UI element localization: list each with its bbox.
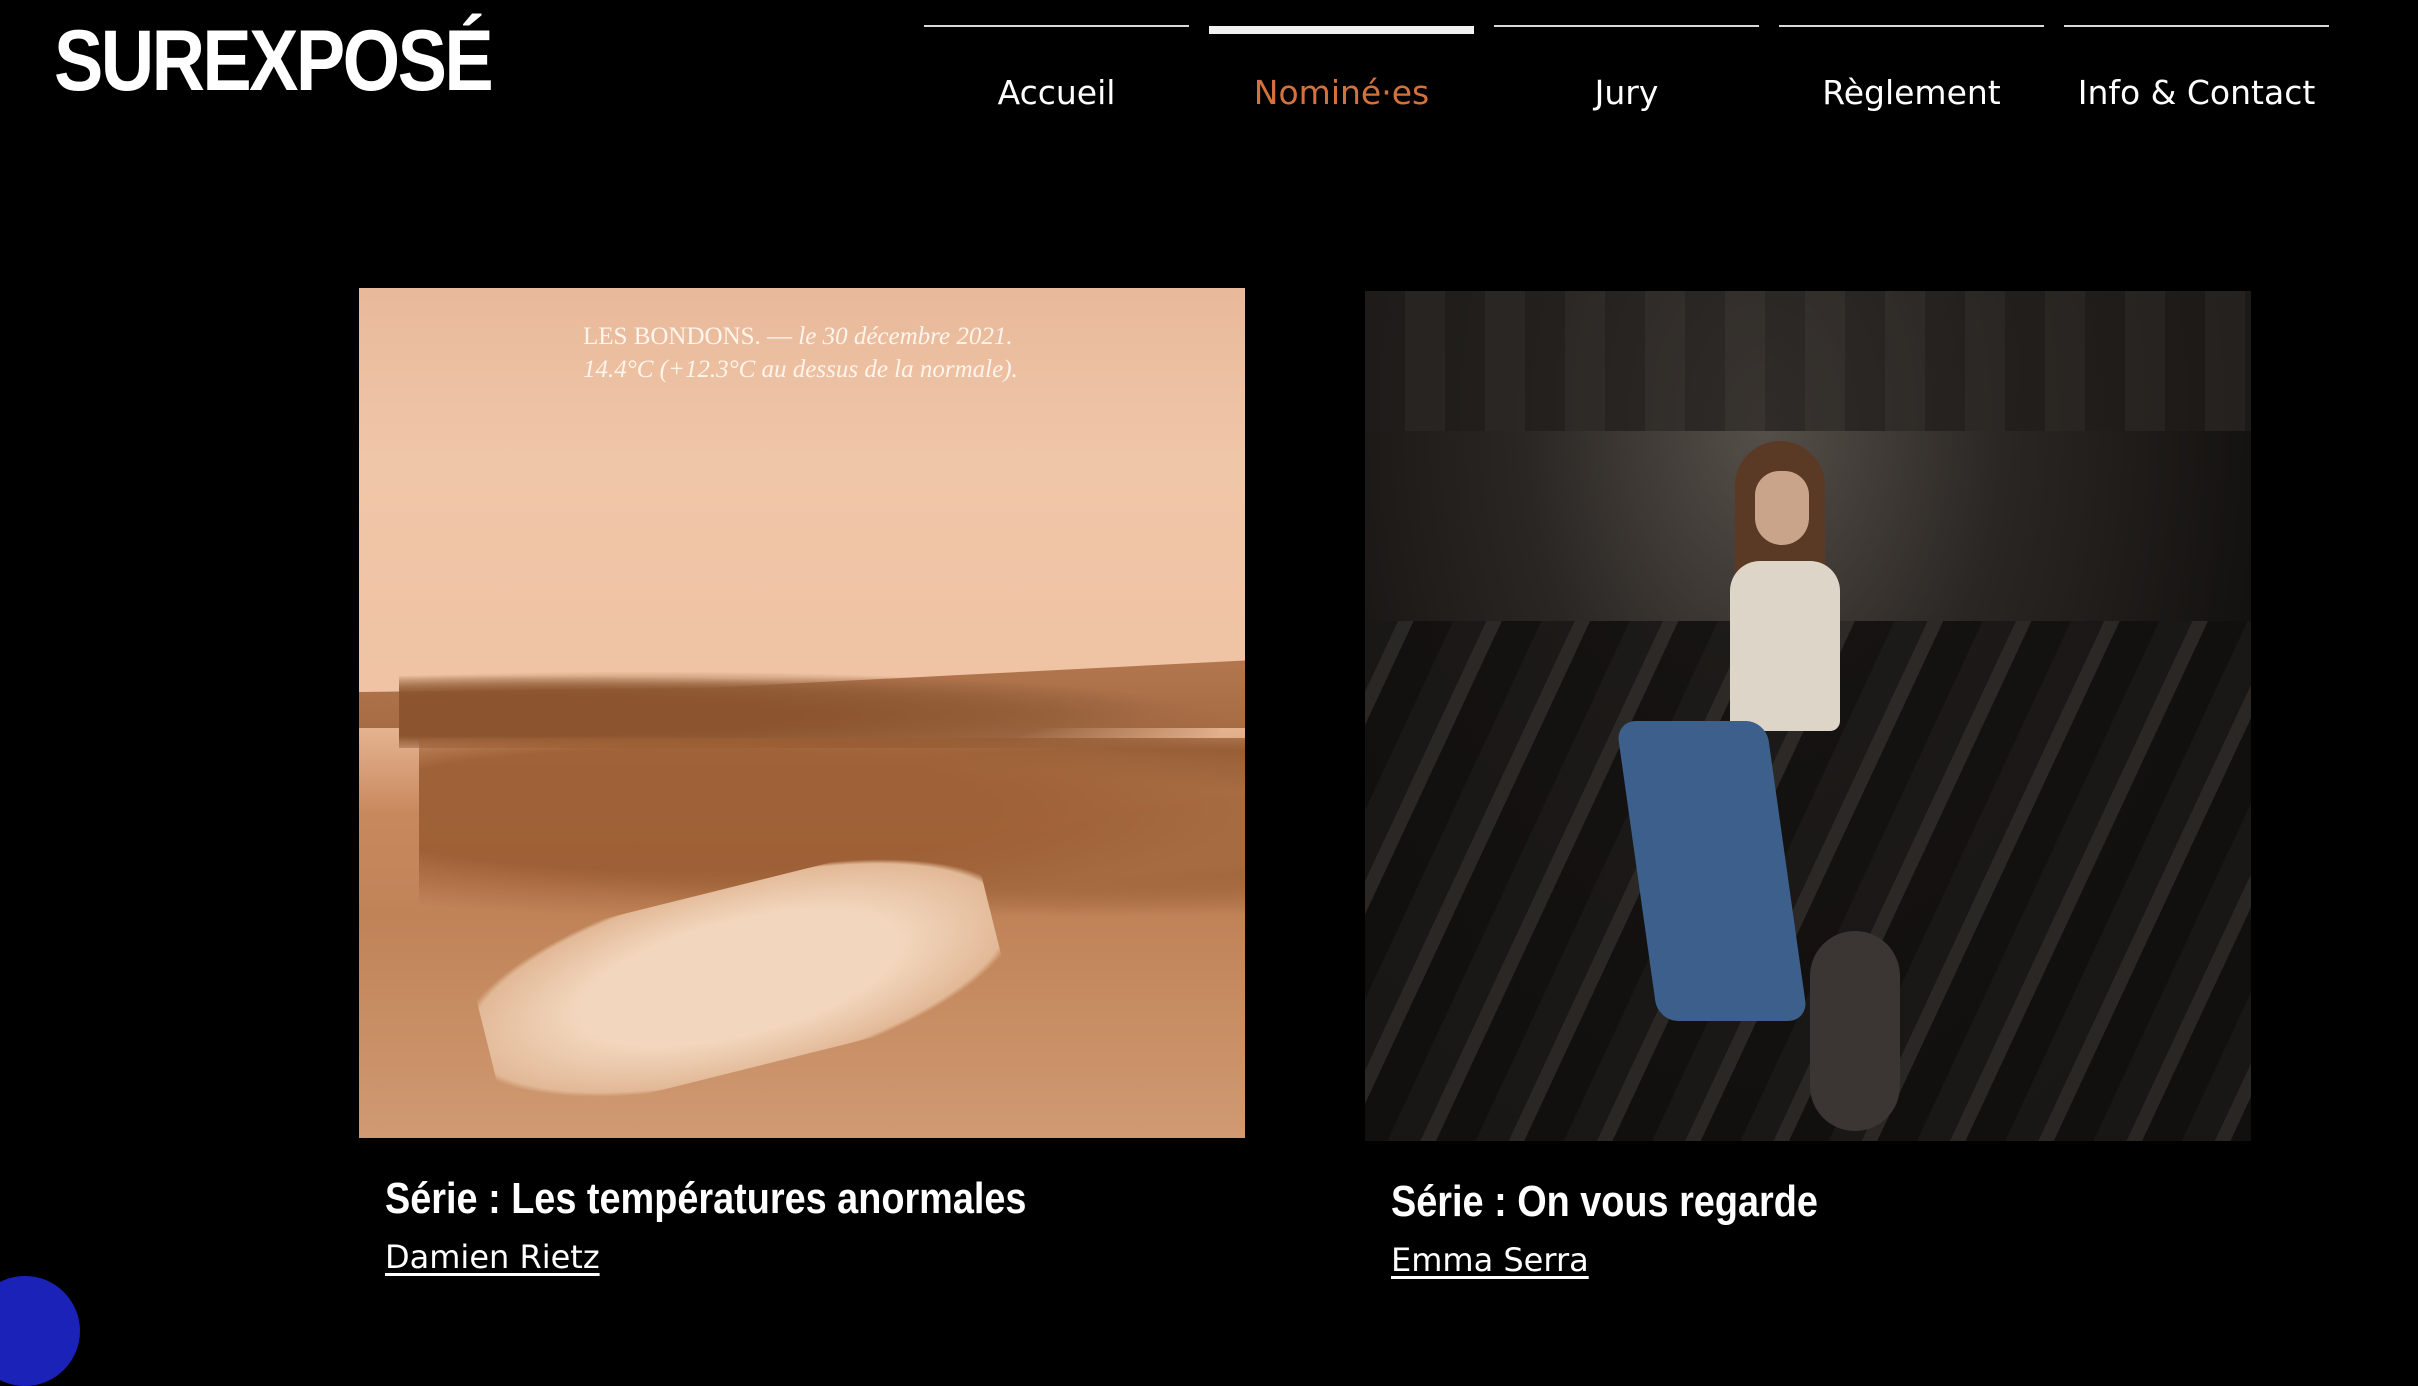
nav-item-nominees[interactable]: Nominé·es [1209, 25, 1474, 143]
chat-widget-button[interactable] [0, 1276, 80, 1386]
nominee-photo[interactable] [1365, 291, 2251, 1141]
nominee-card: LES BONDONS. — le 30 décembre 2021. 14.4… [359, 288, 1245, 1276]
photo-trees [399, 668, 1219, 748]
photo-subject-face [1755, 471, 1809, 545]
author-link[interactable]: Emma Serra [1391, 1241, 1589, 1279]
caption-date: le 30 décembre 2021. [798, 323, 1013, 350]
photo-subject-sweater [1730, 561, 1840, 731]
series-title: Série : Les températures anormales [385, 1174, 1027, 1223]
photo-wheel [1810, 931, 1900, 1131]
nominee-card: Série : On vous regarde Emma Serra [1365, 291, 2251, 1279]
site-logo[interactable]: SUREXPOSÉ [54, 18, 494, 104]
series-title: Série : On vous regarde [1391, 1177, 1818, 1226]
author-link[interactable]: Damien Rietz [385, 1238, 600, 1276]
photo-caption: LES BONDONS. — le 30 décembre 2021. 14.4… [583, 320, 1018, 386]
nominee-photo[interactable]: LES BONDONS. — le 30 décembre 2021. 14.4… [359, 288, 1245, 1138]
caption-temperature: 14.4°C (+12.3°C au dessus de la normale)… [583, 356, 1018, 383]
nav-item-jury[interactable]: Jury [1494, 25, 1759, 143]
main-nav: Accueil Nominé·es Jury Règlement Info & … [924, 25, 2329, 143]
nav-item-accueil[interactable]: Accueil [924, 25, 1189, 143]
caption-place: LES BONDONS. — [583, 323, 793, 350]
nav-item-info-contact[interactable]: Info & Contact [2064, 25, 2329, 143]
nav-item-reglement[interactable]: Règlement [1779, 25, 2044, 143]
photo-beams [1365, 291, 2251, 431]
